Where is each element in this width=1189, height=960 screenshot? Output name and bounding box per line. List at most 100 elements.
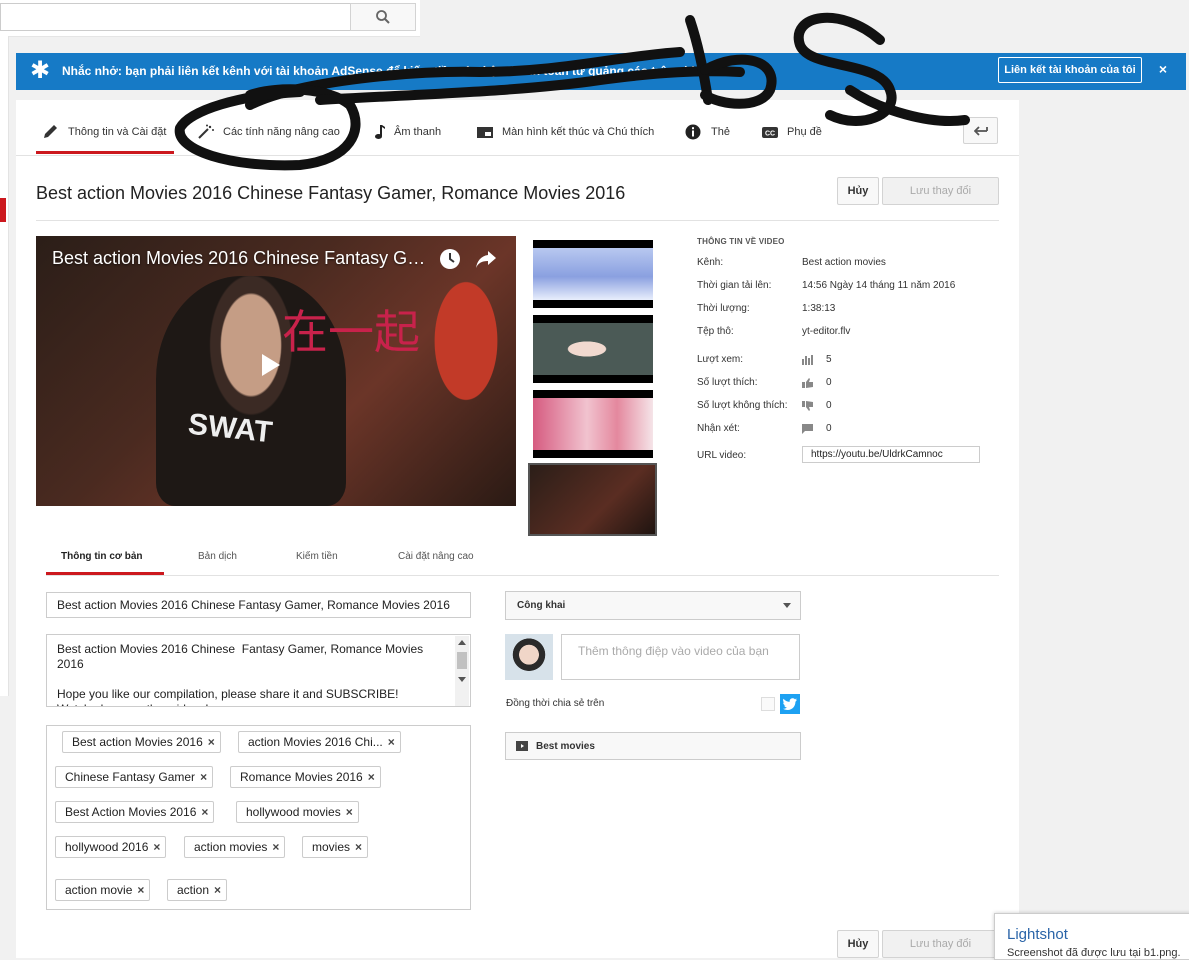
- remove-tag-icon[interactable]: ×: [201, 805, 213, 819]
- tab-audio[interactable]: Âm thanh: [374, 118, 441, 156]
- close-icon[interactable]: ×: [1156, 61, 1170, 77]
- video-overlay-text: 在一起: [282, 305, 420, 359]
- lightshot-notification[interactable]: Lightshot Screenshot đã được lưu tại b1.…: [994, 913, 1189, 960]
- scroll-down-icon[interactable]: [458, 677, 466, 683]
- comment-icon: [802, 424, 813, 434]
- dislikes-label: Số lượt không thích:: [697, 400, 788, 411]
- scroll-thumb[interactable]: [457, 652, 467, 669]
- search-button[interactable]: [350, 3, 416, 31]
- remove-tag-icon[interactable]: ×: [368, 770, 380, 784]
- views-value: 5: [826, 354, 832, 365]
- tag-label: hollywood movies: [246, 805, 341, 819]
- share-also-label: Đồng thời chia sẻ trên: [506, 698, 605, 709]
- subtab-monetization[interactable]: Kiếm tiền: [296, 551, 338, 562]
- cancel-button-bottom[interactable]: Hủy: [837, 930, 879, 958]
- search-input[interactable]: [0, 3, 350, 31]
- save-changes-button[interactable]: Lưu thay đổi: [882, 177, 999, 205]
- tab-label: Âm thanh: [394, 126, 442, 138]
- tab-label: Thông tin và Cài đặt: [68, 126, 167, 138]
- tags-input[interactable]: Best action Movies 2016 × action Movies 2…: [46, 725, 471, 910]
- video-editor-card: Thông tin và Cài đặt Các tính năng nâng …: [16, 100, 1019, 958]
- adsense-reminder-banner: ✱ Nhắc nhở: bạn phải liên kết kênh với t…: [16, 53, 1186, 90]
- save-changes-button-bottom[interactable]: Lưu thay đổi: [882, 930, 999, 958]
- tag-label: action Movies 2016 Chi...: [248, 735, 383, 749]
- likes-label: Số lượt thích:: [697, 377, 758, 388]
- tab-cards[interactable]: Thẻ: [685, 118, 730, 156]
- playlist-icon: [516, 741, 528, 751]
- tag-chip: Best action Movies 2016 ×: [62, 731, 221, 753]
- video-title-input[interactable]: Best action Movies 2016 Chinese Fantasy …: [46, 592, 471, 618]
- channel-label: Kênh:: [697, 257, 724, 268]
- magic-wand-icon: [198, 124, 214, 139]
- share-checkbox[interactable]: [761, 697, 775, 711]
- tag-label: hollywood 2016: [65, 840, 149, 854]
- tag-label: movies: [312, 840, 351, 854]
- privacy-value: Công khai: [517, 600, 566, 611]
- tag-chip: action Movies 2016 Chi... ×: [238, 731, 401, 753]
- player-title[interactable]: Best action Movies 2016 Chinese Fantasy …: [52, 248, 432, 269]
- left-sidebar: [0, 36, 9, 696]
- raw-file-value: yt-editor.flv: [802, 326, 851, 337]
- remove-tag-icon[interactable]: ×: [137, 883, 149, 897]
- subtab-advanced-settings[interactable]: Cài đặt nâng cao: [398, 551, 474, 562]
- end-screen-icon: [477, 127, 493, 138]
- video-frame-lantern: [426, 266, 506, 416]
- remove-tag-icon[interactable]: ×: [272, 840, 284, 854]
- remove-tag-icon[interactable]: ×: [346, 805, 358, 819]
- dislikes-value: 0: [826, 400, 832, 411]
- thumbnail-option-selected[interactable]: [528, 463, 657, 536]
- channel-value[interactable]: Best action movies: [802, 257, 886, 268]
- description-text: Best action Movies 2016 Chinese Fantasy …: [57, 642, 424, 706]
- tag-label: Best Action Movies 2016: [65, 805, 197, 819]
- tab-label: Các tính năng nâng cao: [223, 126, 340, 138]
- likes-value: 0: [826, 377, 832, 388]
- tag-chip: hollywood movies ×: [236, 801, 359, 823]
- share-message-input[interactable]: Thêm thông điệp vào video của bạn: [561, 634, 800, 680]
- thumbnail-option-1[interactable]: [533, 240, 653, 308]
- bar-chart-icon: [802, 355, 813, 365]
- back-button[interactable]: [963, 117, 998, 144]
- privacy-select[interactable]: Công khai: [505, 591, 801, 620]
- cancel-button[interactable]: Hủy: [837, 177, 879, 205]
- thumbnail-option-3[interactable]: [533, 390, 653, 458]
- video-url-field[interactable]: https://youtu.be/UldrkCamnoc: [802, 446, 980, 463]
- description-scrollbar[interactable]: [455, 636, 469, 706]
- comments-value: 0: [826, 423, 832, 434]
- subtab-basic-info[interactable]: Thông tin cơ bản: [61, 551, 143, 562]
- remove-tag-icon[interactable]: ×: [208, 735, 220, 749]
- avatar: [505, 634, 553, 680]
- remove-tag-icon[interactable]: ×: [214, 883, 226, 897]
- remove-tag-icon[interactable]: ×: [388, 735, 400, 749]
- tag-label: Best action Movies 2016: [72, 735, 203, 749]
- playlist-button[interactable]: Best movies: [505, 732, 801, 760]
- tag-chip: Romance Movies 2016 ×: [230, 766, 381, 788]
- remove-tag-icon[interactable]: ×: [153, 840, 165, 854]
- tab-advanced-features[interactable]: Các tính năng nâng cao: [197, 118, 340, 156]
- description-textarea[interactable]: Best action Movies 2016 Chinese Fantasy …: [46, 634, 471, 707]
- tabs-divider: [16, 155, 1019, 156]
- thumbnail-option-2[interactable]: [533, 315, 653, 383]
- link-account-button[interactable]: Liên kết tài khoản của tôi: [998, 57, 1142, 83]
- scroll-up-icon[interactable]: [458, 639, 466, 645]
- tab-label: Thẻ: [711, 126, 730, 138]
- watch-later-icon[interactable]: [438, 247, 462, 271]
- active-tab-indicator: [36, 151, 174, 154]
- search-bar: [0, 0, 420, 37]
- thumbs-down-icon: [802, 401, 813, 411]
- video-player[interactable]: 在一起 SWAT Best action Movies 2016 Chinese…: [36, 236, 516, 506]
- subtab-translation[interactable]: Bản dịch: [198, 551, 237, 562]
- share-icon[interactable]: [474, 248, 498, 270]
- page-title: Best action Movies 2016 Chinese Fantasy …: [36, 183, 626, 203]
- tag-chip: hollywood 2016 ×: [55, 836, 167, 858]
- remove-tag-icon[interactable]: ×: [355, 840, 367, 854]
- twitter-icon: [783, 698, 797, 710]
- raw-file-label: Tệp thô:: [697, 326, 734, 337]
- comments-label: Nhận xét:: [697, 423, 740, 434]
- play-icon[interactable]: [262, 354, 280, 376]
- tag-label: Romance Movies 2016: [240, 770, 363, 784]
- views-label: Lượt xem:: [697, 354, 744, 365]
- remove-tag-icon[interactable]: ×: [200, 770, 212, 784]
- twitter-share-toggle[interactable]: [780, 694, 800, 714]
- tab-end-screen[interactable]: Màn hình kết thúc và Chú thích: [476, 118, 654, 156]
- tab-subtitles[interactable]: CC Phụ đề: [761, 118, 822, 156]
